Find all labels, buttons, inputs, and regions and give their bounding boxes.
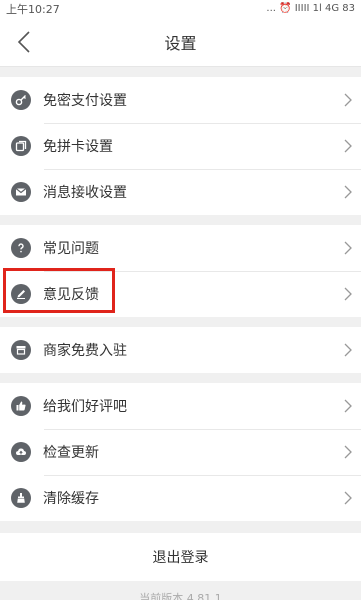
chevron-right-icon	[344, 139, 352, 153]
back-button[interactable]	[12, 29, 36, 55]
row-label: 常见问题	[43, 241, 99, 257]
chevron-right-icon	[344, 93, 352, 107]
row-password-free-payment[interactable]: 免密支付设置	[0, 77, 361, 123]
status-bar: 上午10:27 ... ⏰ IIIII 1l 4G 83	[0, 0, 361, 17]
settings-group-payment: 免密支付设置 免拼卡设置 消息接收设置	[0, 77, 361, 215]
row-rate-us[interactable]: 给我们好评吧	[0, 383, 361, 429]
key-icon	[11, 90, 31, 110]
row-message-settings[interactable]: 消息接收设置	[0, 169, 361, 215]
chevron-left-icon	[17, 31, 30, 53]
row-label: 清除缓存	[43, 491, 99, 507]
chevron-right-icon	[344, 287, 352, 301]
row-label: 意见反馈	[43, 287, 99, 303]
chevron-right-icon	[344, 491, 352, 505]
row-check-update[interactable]: 检查更新	[0, 429, 361, 475]
question-icon	[11, 238, 31, 258]
row-clear-cache[interactable]: 清除缓存	[0, 475, 361, 521]
chevron-right-icon	[344, 399, 352, 413]
status-indicators: ... ⏰ IIIII 1l 4G 83	[266, 3, 355, 14]
version-text: 当前版本 4.81.1	[139, 592, 222, 600]
row-label: 给我们好评吧	[43, 399, 127, 415]
broom-icon	[11, 488, 31, 508]
row-label: 消息接收设置	[43, 185, 127, 201]
row-label: 免拼卡设置	[43, 139, 113, 155]
chevron-right-icon	[344, 185, 352, 199]
chevron-right-icon	[344, 241, 352, 255]
row-feedback[interactable]: 意见反馈	[0, 271, 361, 317]
nav-bar: 设置	[0, 17, 361, 67]
mail-icon	[11, 182, 31, 202]
settings-group-app: 给我们好评吧 检查更新 清除缓存	[0, 383, 361, 521]
settings-group-merchant: 商家免费入驻	[0, 327, 361, 373]
store-icon	[11, 340, 31, 360]
row-merchant-join[interactable]: 商家免费入驻	[0, 327, 361, 373]
row-faq[interactable]: 常见问题	[0, 225, 361, 271]
row-label: 检查更新	[43, 445, 99, 461]
status-time: 上午10:27	[6, 2, 60, 16]
page-title: 设置	[164, 33, 197, 53]
row-label: 商家免费入驻	[43, 343, 127, 359]
cloud-upload-icon	[11, 442, 31, 462]
logout-button[interactable]: 退出登录	[0, 533, 361, 581]
row-skip-group-card[interactable]: 免拼卡设置	[0, 123, 361, 169]
thumbs-up-icon	[11, 396, 31, 416]
chevron-right-icon	[344, 343, 352, 357]
card-icon	[11, 136, 31, 156]
settings-group-help: 常见问题 意见反馈	[0, 225, 361, 317]
chevron-right-icon	[344, 445, 352, 459]
row-label: 免密支付设置	[43, 93, 127, 109]
edit-icon	[11, 284, 31, 304]
